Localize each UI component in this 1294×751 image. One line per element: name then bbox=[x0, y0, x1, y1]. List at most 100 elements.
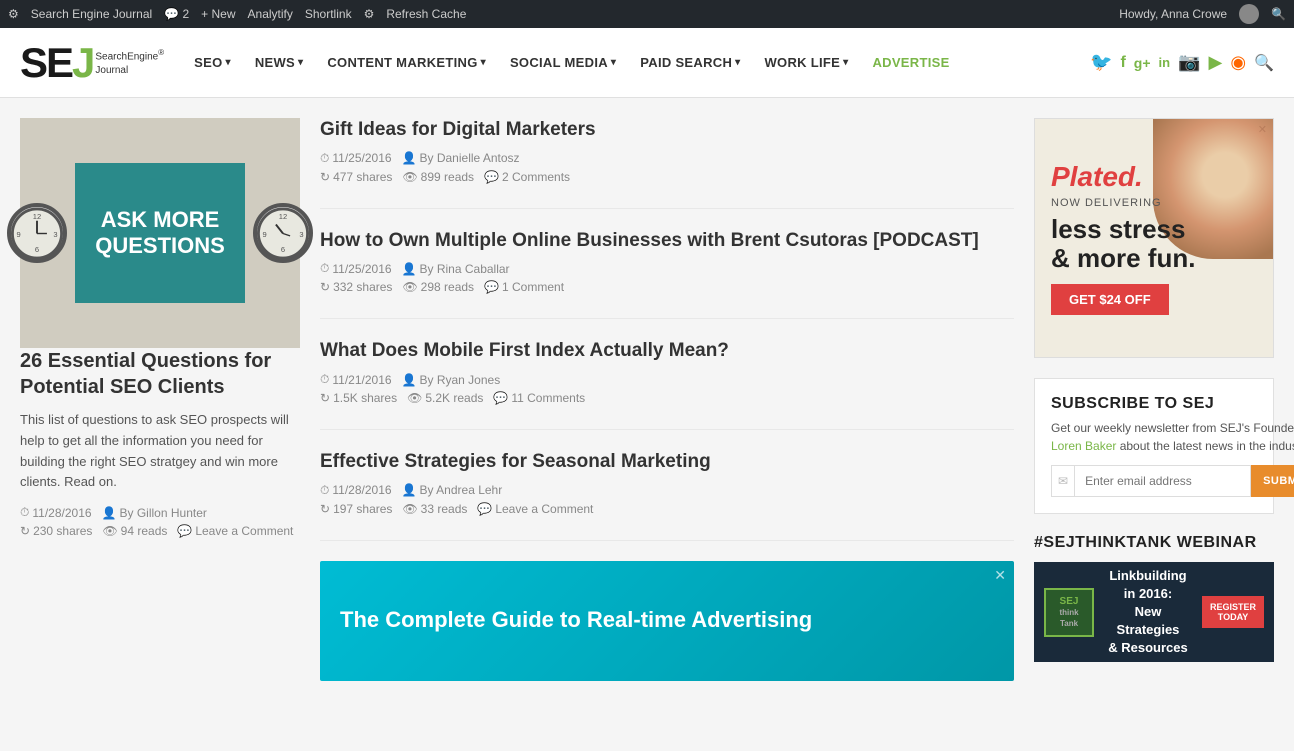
ad-plated-brand: Plated. bbox=[1051, 161, 1257, 193]
eye-icon-1 bbox=[402, 280, 417, 294]
nav-item-content-marketing[interactable]: CONTENT MARKETING ▾ bbox=[317, 47, 496, 78]
nav-item-paid-search[interactable]: PAID SEARCH ▾ bbox=[630, 47, 750, 78]
clock-icon-0 bbox=[320, 151, 329, 166]
admin-bar: ⚙ Search Engine Journal 💬 2 + New Analyt… bbox=[0, 0, 1294, 28]
article-title-2[interactable]: What Does Mobile First Index Actually Me… bbox=[320, 339, 1014, 364]
search-admin-icon[interactable]: 🔍 bbox=[1271, 7, 1286, 21]
ad-close-icon[interactable]: ✕ bbox=[994, 567, 1006, 584]
linkedin-icon[interactable]: in bbox=[1159, 55, 1171, 70]
nav-item-social-media[interactable]: SOCIAL MEDIA ▾ bbox=[500, 47, 626, 78]
logo[interactable]: SEJ SearchEngine®Journal bbox=[20, 42, 164, 84]
share-icon-2 bbox=[320, 391, 330, 405]
article-meta-1-stats: 332 shares 298 reads 1 Comment bbox=[320, 280, 1014, 294]
left-column: 12 6 9 3 ASK MORE QUESTIONS 12 6 9 3 bbox=[20, 118, 300, 681]
facebook-icon[interactable]: f bbox=[1120, 54, 1125, 72]
article-meta-1-date: 11/25/2016 By Rina Caballar bbox=[320, 261, 1014, 276]
svg-text:6: 6 bbox=[35, 244, 39, 253]
comment-icon-3 bbox=[477, 502, 492, 516]
user-icon-1 bbox=[402, 262, 417, 276]
webinar-title: #SEJTHINKTANK WEBINAR bbox=[1034, 534, 1274, 552]
nav-item-advertise[interactable]: ADVERTISE bbox=[862, 47, 959, 78]
comment-icon-2 bbox=[493, 391, 508, 405]
comments-icon[interactable]: 💬 2 bbox=[164, 7, 189, 21]
svg-text:6: 6 bbox=[281, 244, 285, 253]
wp-icon[interactable]: ⚙ bbox=[8, 7, 19, 21]
svg-text:3: 3 bbox=[54, 229, 58, 238]
eye-icon-0 bbox=[402, 170, 417, 184]
nav-item-news[interactable]: NEWS ▾ bbox=[245, 47, 314, 78]
nav-items: SEO ▾ NEWS ▾ CONTENT MARKETING ▾ SOCIAL … bbox=[184, 47, 1090, 78]
svg-text:12: 12 bbox=[279, 211, 287, 220]
article-meta-3-stats: 197 shares 33 reads Leave a Comment bbox=[320, 502, 1014, 516]
share-icon-1 bbox=[320, 280, 330, 294]
logo-text: SEJ bbox=[20, 42, 93, 84]
search-icon[interactable]: 🔍 bbox=[1254, 53, 1274, 73]
eye-icon-3 bbox=[402, 502, 417, 516]
user-avatar bbox=[1239, 4, 1259, 24]
right-column: ✕ Plated. NOW DELIVERING less stress& mo… bbox=[1034, 118, 1274, 681]
twitter-icon[interactable]: 🐦 bbox=[1090, 52, 1112, 73]
register-button[interactable]: REGISTERTODAY bbox=[1202, 596, 1264, 628]
clock-icon bbox=[20, 505, 29, 520]
svg-text:9: 9 bbox=[17, 229, 21, 238]
instagram-icon[interactable]: 📷 bbox=[1178, 52, 1200, 73]
article-title-1[interactable]: How to Own Multiple Online Businesses wi… bbox=[320, 229, 1014, 254]
article-item-3: Effective Strategies for Seasonal Market… bbox=[320, 450, 1014, 541]
analytify-button[interactable]: Analytify bbox=[248, 7, 293, 21]
subscribe-desc: Get our weekly newsletter from SEJ's Fou… bbox=[1051, 419, 1294, 455]
site-name[interactable]: Search Engine Journal bbox=[31, 7, 152, 21]
comment-icon-1 bbox=[484, 280, 499, 294]
nav-item-work-life[interactable]: WORK LIFE ▾ bbox=[754, 47, 858, 78]
article-item-2: What Does Mobile First Index Actually Me… bbox=[320, 339, 1014, 430]
clock-icon-3 bbox=[320, 483, 329, 498]
new-button[interactable]: + New bbox=[201, 7, 235, 21]
main-nav: SEJ SearchEngine®Journal SEO ▾ NEWS ▾ CO… bbox=[0, 28, 1294, 98]
webinar-section: #SEJTHINKTANK WEBINAR SEJthinkTank Linkb… bbox=[1034, 534, 1274, 662]
nav-item-seo[interactable]: SEO ▾ bbox=[184, 47, 241, 78]
refresh-cache-button[interactable]: Refresh Cache bbox=[386, 7, 466, 21]
comment-icon-0 bbox=[484, 170, 499, 184]
ad-mid-text: The Complete Guide to Real-time Advertis… bbox=[340, 606, 812, 635]
webinar-image: SEJthinkTank Linkbuilding in 2016:New St… bbox=[1034, 562, 1274, 662]
page-wrap: 12 6 9 3 ASK MORE QUESTIONS 12 6 9 3 bbox=[0, 98, 1294, 681]
article-title-3[interactable]: Effective Strategies for Seasonal Market… bbox=[320, 450, 1014, 475]
googleplus-icon[interactable]: g+ bbox=[1134, 55, 1151, 71]
featured-meta-date: 11/28/2016 By Gillon Hunter bbox=[20, 505, 300, 520]
clock-left: 12 6 9 3 bbox=[7, 203, 67, 263]
subscribe-text: SUBSCRIBE TO SEJ Get our weekly newslett… bbox=[1051, 395, 1294, 497]
ad-plated-cta[interactable]: GET $24 OFF bbox=[1051, 284, 1169, 315]
featured-title[interactable]: 26 Essential Questions for Potential SEO… bbox=[20, 348, 300, 400]
clock-right: 12 6 9 3 bbox=[253, 203, 313, 263]
ad-mid: ✕ The Complete Guide to Real-time Advert… bbox=[320, 561, 1014, 681]
subscribe-link[interactable]: Loren Baker bbox=[1051, 439, 1116, 453]
ad-plated-main: less stress& more fun. bbox=[1051, 215, 1257, 272]
clock-icon-2 bbox=[320, 372, 329, 387]
article-meta-0-stats: 477 shares 899 reads 2 Comments bbox=[320, 170, 1014, 184]
mid-column: Gift Ideas for Digital Marketers 11/25/2… bbox=[320, 118, 1014, 681]
svg-text:3: 3 bbox=[299, 229, 303, 238]
ad-plated-sub: NOW DELIVERING bbox=[1051, 197, 1257, 209]
article-meta-2-stats: 1.5K shares 5.2K reads 11 Comments bbox=[320, 391, 1014, 405]
featured-meta-stats: 230 shares 94 reads Leave a Comment bbox=[20, 524, 300, 538]
article-meta-2-date: 11/21/2016 By Ryan Jones bbox=[320, 372, 1014, 387]
subscribe-email-input[interactable] bbox=[1074, 465, 1251, 497]
article-title-0[interactable]: Gift Ideas for Digital Marketers bbox=[320, 118, 1014, 143]
user-icon-2 bbox=[402, 373, 417, 387]
user-icon-3 bbox=[402, 483, 417, 497]
subscribe-form: ✉ SUBMIT bbox=[1051, 465, 1294, 497]
logo-subtitle: SearchEngine®Journal bbox=[95, 48, 164, 76]
subscribe-submit-button[interactable]: SUBMIT bbox=[1251, 465, 1294, 497]
article-meta-3-date: 11/28/2016 By Andrea Lehr bbox=[320, 483, 1014, 498]
youtube-icon[interactable]: ▶ bbox=[1209, 52, 1223, 73]
shortlink-button[interactable]: Shortlink bbox=[305, 7, 352, 21]
featured-excerpt: This list of questions to ask SEO prospe… bbox=[20, 410, 300, 493]
featured-image: 12 6 9 3 ASK MORE QUESTIONS 12 6 9 3 bbox=[20, 118, 300, 348]
ad-plated: ✕ Plated. NOW DELIVERING less stress& mo… bbox=[1034, 118, 1274, 358]
ask-more-questions-sign: ASK MORE QUESTIONS bbox=[75, 163, 245, 303]
svg-text:9: 9 bbox=[262, 229, 266, 238]
rss-icon[interactable]: ◉ bbox=[1230, 52, 1246, 73]
comment-icon bbox=[177, 524, 192, 538]
plugin-icon[interactable]: ⚙ bbox=[364, 7, 375, 21]
svg-text:12: 12 bbox=[33, 211, 41, 220]
article-meta-0-date: 11/25/2016 By Danielle Antosz bbox=[320, 151, 1014, 166]
